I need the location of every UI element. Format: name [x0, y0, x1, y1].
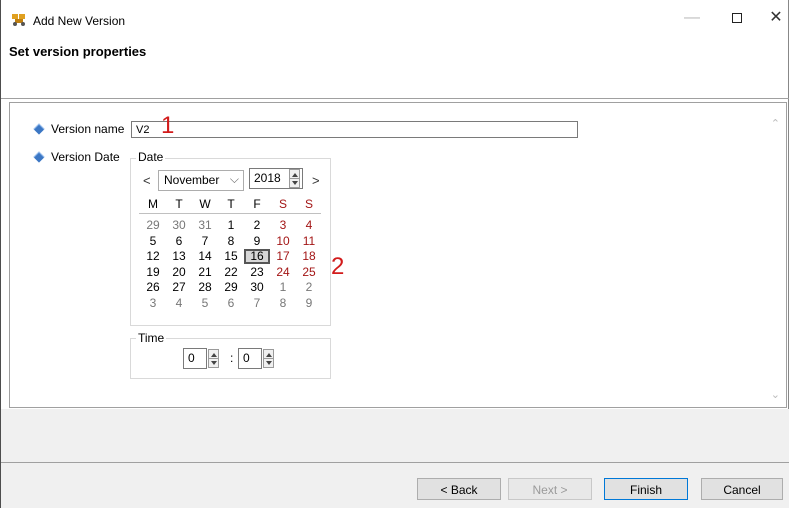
finish-button[interactable]: Finish [604, 478, 688, 500]
calendar-day-cell[interactable]: 6 [166, 234, 192, 249]
close-icon: ✕ [769, 9, 783, 26]
spin-up-icon [211, 353, 217, 357]
calendar-day-cell[interactable]: 31 [192, 218, 218, 233]
calendar-day-cell[interactable]: 14 [192, 249, 218, 264]
calendar-day-cell[interactable]: 1 [218, 218, 244, 233]
version-name-input[interactable] [131, 121, 578, 138]
calendar-day-cell[interactable]: 5 [192, 296, 218, 311]
calendar-day-cell[interactable]: 19 [140, 265, 166, 280]
minute-spinner[interactable] [263, 349, 274, 368]
year-value: 2018 [254, 171, 281, 185]
scroll-down-icon[interactable]: ⌄ [771, 388, 780, 401]
calendar-day-cell[interactable]: 30 [166, 218, 192, 233]
calendar-day-cell[interactable]: 13 [166, 249, 192, 264]
calendar-day-cell[interactable]: 9 [244, 234, 270, 249]
calendar-day-cell[interactable]: 4 [296, 218, 322, 233]
calendar-day-cell[interactable]: 16 [244, 249, 270, 264]
year-spinner[interactable] [289, 169, 300, 188]
next-button[interactable]: Next > [508, 478, 592, 500]
calendar-day-cell[interactable]: 23 [244, 265, 270, 280]
hour-value: 0 [188, 351, 195, 365]
calendar-day-header: S [278, 197, 287, 211]
minute-value: 0 [243, 351, 250, 365]
calendar-day-cell[interactable]: 8 [270, 296, 296, 311]
month-value: November [164, 173, 220, 187]
calendar-day-cell[interactable]: 5 [140, 234, 166, 249]
page-title: Set version properties [9, 44, 147, 59]
calendar-day-cell[interactable]: 29 [140, 218, 166, 233]
calendar-day-cell[interactable]: 22 [218, 265, 244, 280]
back-button[interactable]: < Back [417, 478, 501, 500]
spin-up-icon [266, 353, 272, 357]
calendar-day-cell[interactable]: 17 [270, 249, 296, 264]
calendar-day-cell[interactable]: 28 [192, 280, 218, 295]
time-group-title: Time [136, 331, 167, 345]
month-select[interactable]: November ⌵ [158, 170, 244, 191]
calendar-day-cell[interactable]: 26 [140, 280, 166, 295]
spacer-area [1, 409, 789, 462]
calendar-day-cell[interactable]: 27 [166, 280, 192, 295]
app-icon [12, 14, 25, 26]
calendar-day-cell[interactable]: 21 [192, 265, 218, 280]
calendar-day-header: M [148, 197, 158, 211]
minimize-icon: — [684, 9, 700, 26]
time-separator: : [230, 351, 234, 365]
spin-down-icon [266, 361, 272, 365]
calendar-day-cell[interactable]: 18 [296, 249, 322, 264]
title-bar: Add New Version — ✕ [1, 0, 788, 34]
calendar-day-cell[interactable]: 7 [192, 234, 218, 249]
calendar-day-cell[interactable]: 4 [166, 296, 192, 311]
minimize-button[interactable]: — [677, 8, 707, 28]
hour-input[interactable]: 0 [183, 348, 207, 369]
spin-down-icon [211, 361, 217, 365]
close-button[interactable]: ✕ [761, 8, 789, 28]
annotation-1: 1 [161, 112, 175, 139]
header-divider [1, 98, 789, 99]
next-month-icon[interactable]: > [312, 173, 320, 188]
spin-down-icon [292, 181, 298, 185]
scroll-up-icon[interactable]: ⌃ [771, 117, 780, 130]
prev-month-icon[interactable]: < [143, 173, 151, 188]
minute-input[interactable]: 0 [238, 348, 262, 369]
spin-up-icon [292, 173, 298, 177]
calendar-day-cell[interactable]: 12 [140, 249, 166, 264]
calendar-day-cell[interactable]: 3 [140, 296, 166, 311]
calendar-header-divider [139, 213, 321, 214]
calendar-day-cell[interactable]: 30 [244, 280, 270, 295]
calendar-day-cell[interactable]: 3 [270, 218, 296, 233]
calendar-day-cell[interactable]: 6 [218, 296, 244, 311]
date-group-title: Date [136, 150, 166, 164]
calendar-day-header: T [227, 197, 235, 211]
calendar-day-header: F [253, 197, 261, 211]
version-date-label: Version Date [51, 150, 120, 164]
calendar-day-cell[interactable]: 1 [270, 280, 296, 295]
hour-spinner[interactable] [208, 349, 219, 368]
add-new-version-dialog: Add New Version — ✕ Set version properti… [0, 0, 789, 508]
calendar-day-cell[interactable]: 25 [296, 265, 322, 280]
version-name-label: Version name [51, 122, 125, 136]
calendar-day-header: S [304, 197, 313, 211]
calendar-day-cell[interactable]: 11 [296, 234, 322, 249]
window-title: Add New Version [33, 14, 126, 28]
calendar-day-cell[interactable]: 10 [270, 234, 296, 249]
calendar-day-cell[interactable]: 9 [296, 296, 322, 311]
calendar-day-header: T [175, 197, 183, 211]
calendar-day-header: W [199, 197, 211, 211]
cancel-button[interactable]: Cancel [701, 478, 783, 500]
calendar-day-cell[interactable]: 2 [244, 218, 270, 233]
calendar-day-cell[interactable]: 20 [166, 265, 192, 280]
chevron-down-icon: ⌵ [229, 172, 239, 186]
calendar-day-cell[interactable]: 7 [244, 296, 270, 311]
maximize-icon [732, 13, 742, 23]
calendar-day-cell[interactable]: 2 [296, 280, 322, 295]
calendar-day-cell[interactable]: 29 [218, 280, 244, 295]
annotation-2: 2 [331, 253, 345, 280]
calendar-day-cell[interactable]: 24 [270, 265, 296, 280]
properties-panel: ⌃ ⌄ [9, 102, 787, 408]
maximize-button[interactable] [722, 8, 752, 28]
calendar-day-cell[interactable]: 8 [218, 234, 244, 249]
calendar-day-cell[interactable]: 15 [218, 249, 244, 264]
